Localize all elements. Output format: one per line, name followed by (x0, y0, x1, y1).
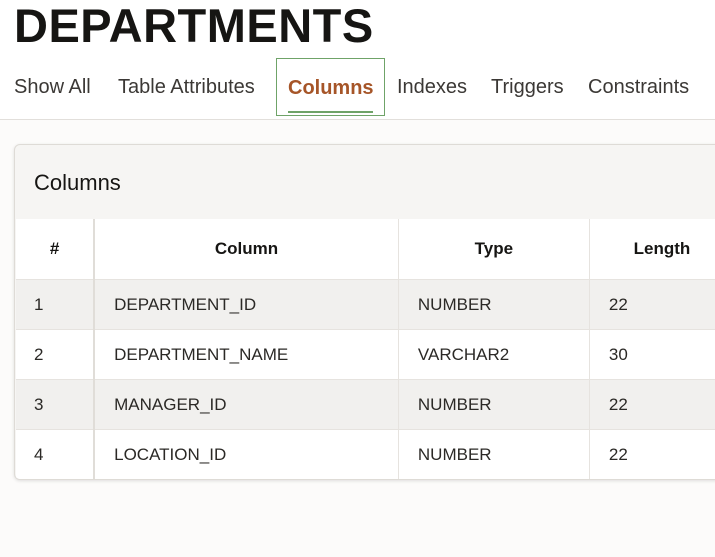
table-row[interactable]: 4 LOCATION_ID NUMBER 22 (16, 429, 715, 479)
page-title: DEPARTMENTS (14, 0, 374, 52)
tab-show-all[interactable]: Show All (14, 58, 91, 116)
row-number: 4 (16, 429, 96, 479)
active-tab-underline (288, 111, 373, 113)
column-name: DEPARTMENT_ID (94, 279, 399, 330)
table-row[interactable]: 2 DEPARTMENT_NAME VARCHAR2 30 (16, 329, 715, 380)
tab-triggers[interactable]: Triggers (491, 58, 564, 116)
tab-constraints[interactable]: Constraints (588, 58, 689, 116)
header-column[interactable]: Column (94, 219, 399, 280)
column-name: DEPARTMENT_NAME (94, 329, 399, 380)
row-number: 1 (16, 279, 96, 330)
column-name: LOCATION_ID (94, 429, 399, 479)
column-type: NUMBER (398, 379, 590, 430)
column-type: NUMBER (398, 429, 590, 479)
table-row[interactable]: 3 MANAGER_ID NUMBER 22 (16, 379, 715, 430)
table-row[interactable]: 1 DEPARTMENT_ID NUMBER 22 (16, 279, 715, 330)
header-length[interactable]: Length (589, 219, 715, 280)
table-header-row: # Column Type Length (16, 219, 715, 280)
header-number[interactable]: # (16, 219, 96, 280)
column-length: 22 (589, 279, 715, 330)
columns-table: # Column Type Length 1 DEPARTMENT_ID NUM… (16, 219, 715, 479)
tab-table-attributes[interactable]: Table Attributes (118, 58, 255, 116)
header: DEPARTMENTS Show All Table Attributes Co… (0, 0, 715, 120)
column-type: NUMBER (398, 279, 590, 330)
column-name: MANAGER_ID (94, 379, 399, 430)
tab-columns-label: Columns (288, 77, 374, 99)
column-length: 30 (589, 329, 715, 380)
header-type[interactable]: Type (398, 219, 590, 280)
column-length: 22 (589, 429, 715, 479)
columns-card: Columns # Column Type Length 1 DEPARTMEN… (14, 144, 715, 480)
tab-indexes[interactable]: Indexes (397, 58, 467, 116)
row-number: 2 (16, 329, 96, 380)
column-type: VARCHAR2 (398, 329, 590, 380)
tab-bar: Show All Table Attributes Columns Indexe… (0, 58, 715, 118)
card-title: Columns (34, 170, 121, 195)
column-length: 22 (589, 379, 715, 430)
row-number: 3 (16, 379, 96, 430)
tab-columns[interactable]: Columns (276, 58, 385, 116)
